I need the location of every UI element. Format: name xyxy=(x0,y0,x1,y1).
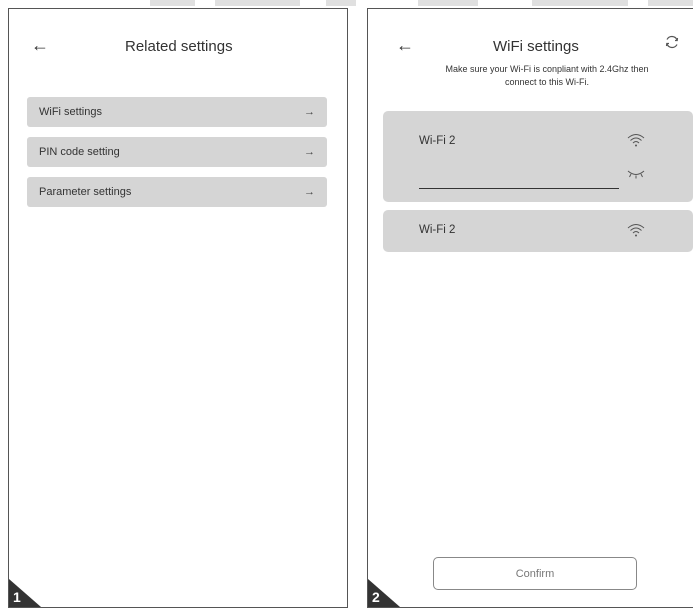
menu-item-label: PIN code setting xyxy=(39,146,120,158)
wifi-icon xyxy=(627,224,645,237)
menu-item-label: WiFi settings xyxy=(39,106,102,118)
menu-item-label: Parameter settings xyxy=(39,186,132,198)
eye-closed-icon[interactable] xyxy=(627,169,645,179)
menu-item-parameter-settings[interactable]: Parameter settings → xyxy=(27,177,327,207)
wifi-network-card-expanded[interactable]: Wi-Fi 2 xyxy=(383,111,693,202)
wifi-icon xyxy=(627,134,645,147)
refresh-icon[interactable] xyxy=(664,34,680,50)
back-arrow-icon[interactable]: ← xyxy=(31,36,49,54)
page-title: Related settings xyxy=(125,38,233,55)
top-strip xyxy=(648,0,693,6)
related-settings-screen: ← Related settings WiFi settings → PIN c… xyxy=(8,8,348,608)
wifi-network-name: Wi-Fi 2 xyxy=(419,224,456,236)
password-input[interactable] xyxy=(419,188,619,189)
right-arrow-icon: → xyxy=(304,106,315,118)
notice-line: Make sure your Wi-Fi is conpliant with 2… xyxy=(445,64,649,74)
top-strip xyxy=(150,0,195,6)
wifi-settings-screen: ← WiFi settings Make sure your Wi-Fi is … xyxy=(367,8,693,608)
wifi-notice: Make sure your Wi-Fi is conpliant with 2… xyxy=(392,63,693,89)
wifi-network-name: Wi-Fi 2 xyxy=(419,135,456,147)
menu-item-pin-code-setting[interactable]: PIN code setting → xyxy=(27,137,327,167)
right-arrow-icon: → xyxy=(304,146,315,158)
menu-item-wifi-settings[interactable]: WiFi settings → xyxy=(27,97,327,127)
top-strip xyxy=(418,0,478,6)
right-arrow-icon: → xyxy=(304,186,315,198)
page-title: WiFi settings xyxy=(493,38,579,55)
wifi-network-card[interactable]: Wi-Fi 2 xyxy=(383,210,693,252)
confirm-button[interactable]: Confirm xyxy=(433,557,637,590)
top-strip xyxy=(215,0,300,6)
top-strip xyxy=(532,0,628,6)
back-arrow-icon[interactable]: ← xyxy=(396,36,414,54)
top-strip xyxy=(326,0,356,6)
notice-line: connect to this Wi-Fi. xyxy=(504,77,590,87)
